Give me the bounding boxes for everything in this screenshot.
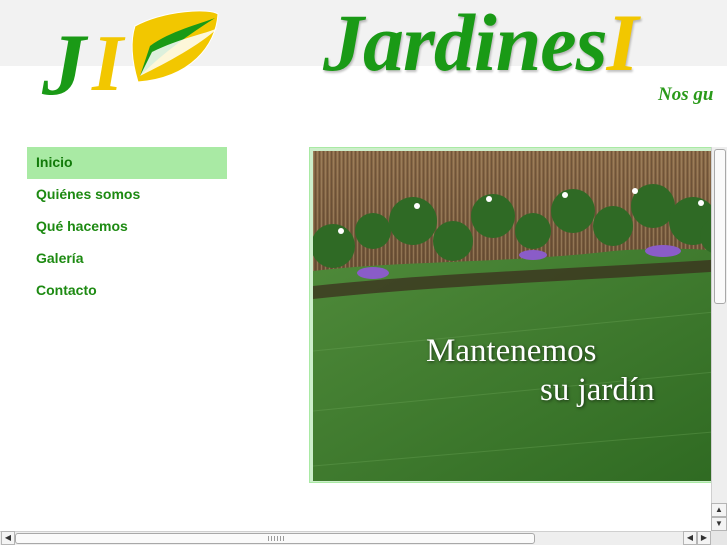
scroll-grip-icon xyxy=(268,536,284,541)
brand-name-accent: I xyxy=(606,0,639,88)
brand-name: JardinesI xyxy=(323,0,639,88)
arrow-right-icon: ▶ xyxy=(700,533,708,542)
nav-item-que-hacemos[interactable]: Qué hacemos xyxy=(27,211,227,243)
nav-item-quienes-somos[interactable]: Quiénes somos xyxy=(27,179,227,211)
scroll-right-button[interactable]: ▶ xyxy=(697,531,711,545)
tagline: Nos gu xyxy=(658,84,714,105)
nav-item-inicio[interactable]: Inicio xyxy=(27,147,227,179)
site-header: I J JardinesI Nos gu xyxy=(0,0,727,110)
arrow-left-icon: ◀ xyxy=(4,533,12,542)
nav-item-galeria[interactable]: Galería xyxy=(27,243,227,275)
hero-line-1: Mantenemos xyxy=(426,333,597,369)
arrow-down-icon: ▼ xyxy=(715,519,723,528)
main-nav: Inicio Quiénes somos Qué hacemos Galería… xyxy=(27,147,227,307)
nav-item-contacto[interactable]: Contacto xyxy=(27,275,227,307)
arrow-up-icon: ▲ xyxy=(715,505,723,514)
hero-line-2: su jardín xyxy=(540,372,655,408)
scroll-up-button[interactable]: ▲ xyxy=(711,503,727,517)
hero-garden-image xyxy=(313,151,725,481)
scroll-left-button-end[interactable]: ◀ xyxy=(683,531,697,545)
vertical-scroll-thumb[interactable] xyxy=(714,149,726,304)
horizontal-scroll-thumb[interactable] xyxy=(15,533,535,544)
horizontal-scrollbar[interactable] xyxy=(0,531,711,545)
vertical-scrollbar[interactable] xyxy=(711,147,727,531)
brand-name-main: Jardines xyxy=(323,0,608,88)
scroll-left-button[interactable]: ◀ xyxy=(1,531,15,545)
hero-banner: Mantenemos su jardín xyxy=(309,147,727,483)
logo-letter-i: I xyxy=(91,20,126,106)
scroll-down-button[interactable]: ▼ xyxy=(711,517,727,531)
arrow-left-icon: ◀ xyxy=(686,533,694,542)
site-logo[interactable]: I J xyxy=(40,6,225,106)
logo-letter-j: J xyxy=(41,17,89,106)
scrollbar-corner xyxy=(711,531,727,545)
